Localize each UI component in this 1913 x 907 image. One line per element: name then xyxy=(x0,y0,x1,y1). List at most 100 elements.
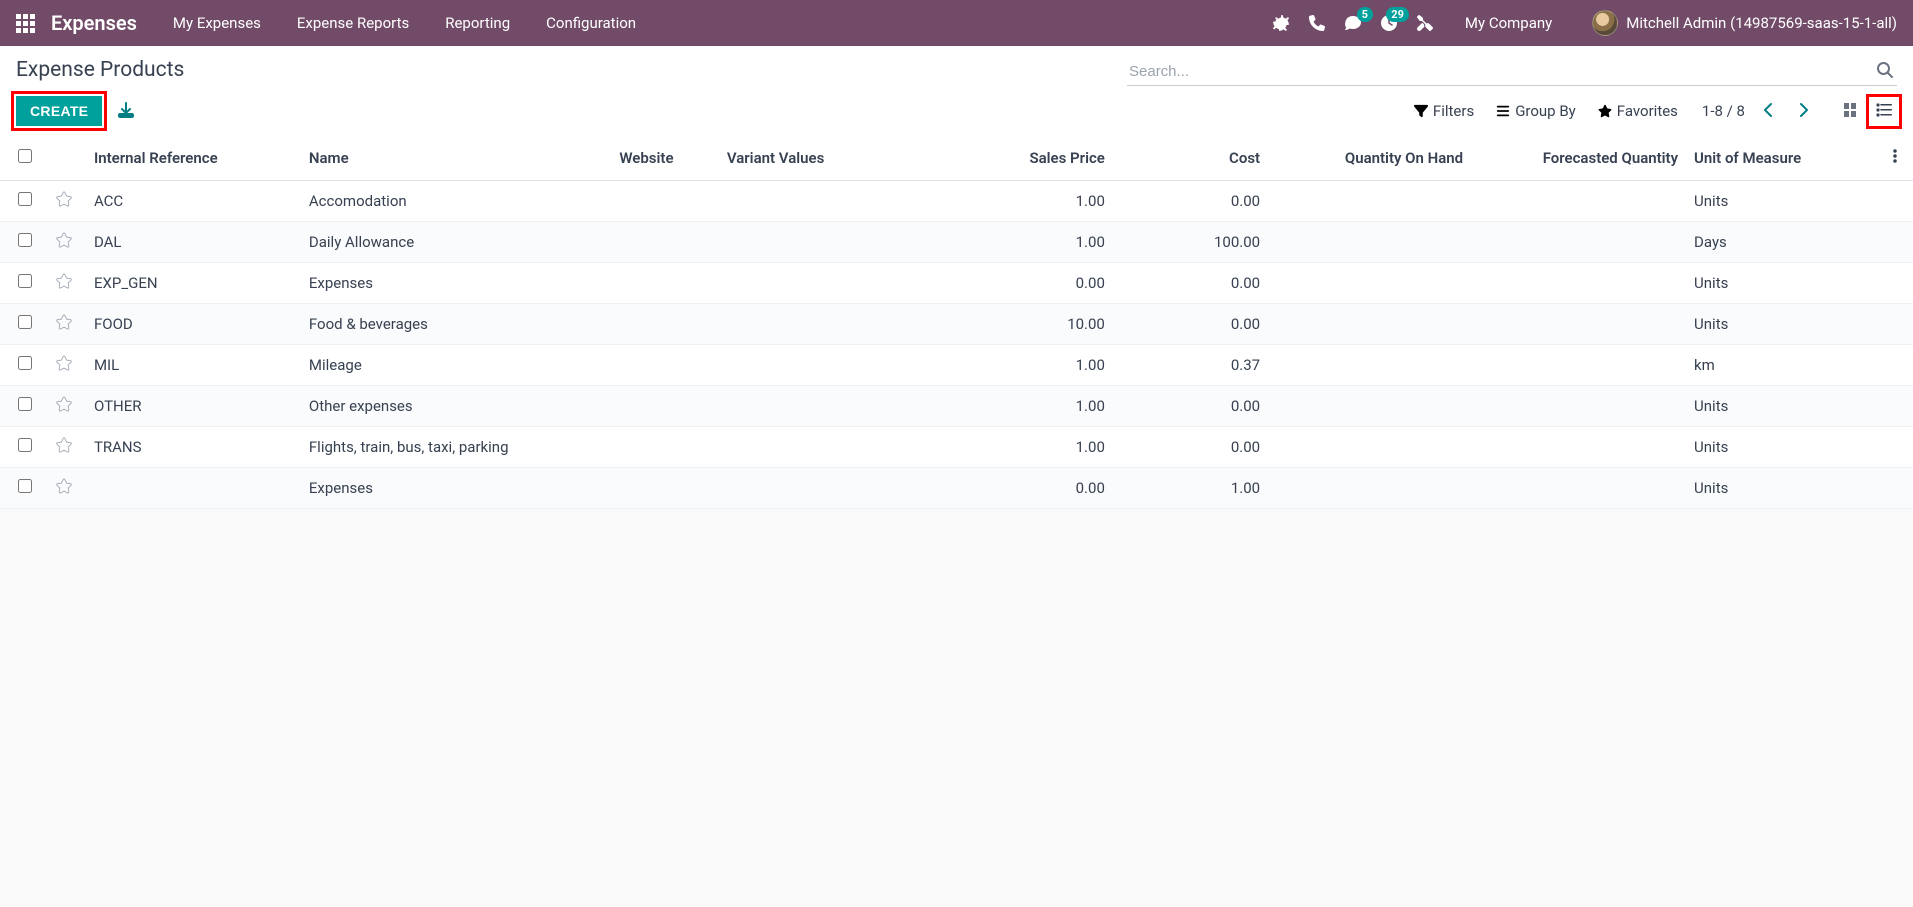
chevron-right-icon xyxy=(1795,102,1811,118)
cell-variant xyxy=(719,263,922,304)
row-star-icon[interactable] xyxy=(48,222,86,263)
nav-my-expenses[interactable]: My Expenses xyxy=(173,14,261,32)
cell-variant xyxy=(719,427,922,468)
header-ref[interactable]: Internal Reference xyxy=(86,136,301,181)
cell-qty xyxy=(1268,468,1471,509)
cell-website xyxy=(611,181,718,222)
list-view-button[interactable] xyxy=(1871,99,1897,124)
row-star-icon[interactable] xyxy=(48,263,86,304)
column-options[interactable] xyxy=(1877,136,1913,181)
row-star-icon[interactable] xyxy=(48,468,86,509)
cell-qty xyxy=(1268,386,1471,427)
company-selector[interactable]: My Company xyxy=(1465,14,1552,32)
nav-reporting[interactable]: Reporting xyxy=(445,14,510,32)
cell-name: Daily Allowance xyxy=(301,222,611,263)
create-button[interactable]: CREATE xyxy=(16,96,102,126)
table-container: Internal Reference Name Website Variant … xyxy=(0,136,1913,509)
table-row[interactable]: TRANSFlights, train, bus, taxi, parking1… xyxy=(0,427,1913,468)
table-row[interactable]: FOODFood & beverages10.000.00Units xyxy=(0,304,1913,345)
kanban-view-button[interactable] xyxy=(1837,99,1863,124)
chat-icon[interactable]: 5 xyxy=(1345,15,1361,31)
row-checkbox[interactable] xyxy=(18,479,32,493)
nav-links: My Expenses Expense Reports Reporting Co… xyxy=(173,14,636,32)
groupby-dropdown[interactable]: Group By xyxy=(1496,102,1576,120)
header-uom[interactable]: Unit of Measure xyxy=(1686,136,1877,181)
star-icon xyxy=(1598,104,1612,118)
table-row[interactable]: Expenses0.001.00Units xyxy=(0,468,1913,509)
cell-website xyxy=(611,427,718,468)
cell-cost: 0.37 xyxy=(1113,345,1268,386)
cell-website xyxy=(611,386,718,427)
activity-icon[interactable]: 29 xyxy=(1381,15,1397,31)
phone-icon[interactable] xyxy=(1309,15,1325,31)
cell-uom: Days xyxy=(1686,222,1877,263)
cell-price: 0.00 xyxy=(922,468,1113,509)
apps-menu-icon[interactable] xyxy=(16,14,35,33)
user-menu[interactable]: Mitchell Admin (14987569-saas-15-1-all) xyxy=(1592,10,1897,36)
table-row[interactable]: ACCAccomodation1.000.00Units xyxy=(0,181,1913,222)
row-checkbox[interactable] xyxy=(18,192,32,206)
table-row[interactable]: OTHEROther expenses1.000.00Units xyxy=(0,386,1913,427)
header-forecast[interactable]: Forecasted Quantity xyxy=(1471,136,1686,181)
pager-text[interactable]: 1-8 / 8 xyxy=(1702,102,1745,120)
header-variant[interactable]: Variant Values xyxy=(719,136,922,181)
pager-prev[interactable] xyxy=(1759,100,1779,123)
favorites-dropdown[interactable]: Favorites xyxy=(1598,102,1678,120)
cell-variant xyxy=(719,386,922,427)
cell-ref: ACC xyxy=(86,181,301,222)
row-star-icon[interactable] xyxy=(48,304,86,345)
row-checkbox[interactable] xyxy=(18,274,32,288)
cell-cost: 0.00 xyxy=(1113,386,1268,427)
header-qty[interactable]: Quantity On Hand xyxy=(1268,136,1471,181)
cell-price: 1.00 xyxy=(922,386,1113,427)
row-checkbox[interactable] xyxy=(18,356,32,370)
cell-website xyxy=(611,263,718,304)
nav-configuration[interactable]: Configuration xyxy=(546,14,636,32)
table-row[interactable]: MILMileage1.000.37km xyxy=(0,345,1913,386)
nav-expense-reports[interactable]: Expense Reports xyxy=(297,14,409,32)
cell-name: Accomodation xyxy=(301,181,611,222)
row-checkbox[interactable] xyxy=(18,397,32,411)
pager-next[interactable] xyxy=(1793,100,1813,123)
tools-icon[interactable] xyxy=(1417,15,1433,31)
chevron-left-icon xyxy=(1761,102,1777,118)
search-button[interactable] xyxy=(1873,58,1897,85)
kanban-icon xyxy=(1842,102,1858,118)
table-row[interactable]: EXP_GENExpenses0.000.00Units xyxy=(0,263,1913,304)
cell-variant xyxy=(719,345,922,386)
debug-icon[interactable] xyxy=(1273,15,1289,31)
cell-uom: Units xyxy=(1686,386,1877,427)
row-checkbox[interactable] xyxy=(18,233,32,247)
row-checkbox[interactable] xyxy=(18,438,32,452)
header-name[interactable]: Name xyxy=(301,136,611,181)
row-star-icon[interactable] xyxy=(48,181,86,222)
app-brand[interactable]: Expenses xyxy=(51,11,137,35)
header-cost[interactable]: Cost xyxy=(1113,136,1268,181)
kebab-icon xyxy=(1893,148,1897,164)
cell-uom: Units xyxy=(1686,304,1877,345)
cell-price: 1.00 xyxy=(922,427,1113,468)
cell-cost: 100.00 xyxy=(1113,222,1268,263)
cell-website xyxy=(611,345,718,386)
groupby-icon xyxy=(1496,104,1510,118)
table-row[interactable]: DALDaily Allowance1.00100.00Days xyxy=(0,222,1913,263)
row-checkbox[interactable] xyxy=(18,315,32,329)
cell-variant xyxy=(719,181,922,222)
row-star-icon[interactable] xyxy=(48,345,86,386)
navbar-right: 5 29 My Company Mitchell Admin (14987569… xyxy=(1273,10,1897,36)
filter-icon xyxy=(1414,104,1428,118)
cell-ref: OTHER xyxy=(86,386,301,427)
row-star-icon[interactable] xyxy=(48,427,86,468)
search-icon xyxy=(1877,62,1893,78)
cell-qty xyxy=(1268,181,1471,222)
row-star-icon[interactable] xyxy=(48,386,86,427)
select-all-checkbox[interactable] xyxy=(18,149,32,163)
cell-price: 10.00 xyxy=(922,304,1113,345)
cell-qty xyxy=(1268,304,1471,345)
search-input[interactable] xyxy=(1127,59,1873,84)
filters-dropdown[interactable]: Filters xyxy=(1414,102,1474,120)
header-price[interactable]: Sales Price xyxy=(922,136,1113,181)
import-button[interactable] xyxy=(114,98,138,125)
cell-price: 1.00 xyxy=(922,345,1113,386)
header-website[interactable]: Website xyxy=(611,136,718,181)
